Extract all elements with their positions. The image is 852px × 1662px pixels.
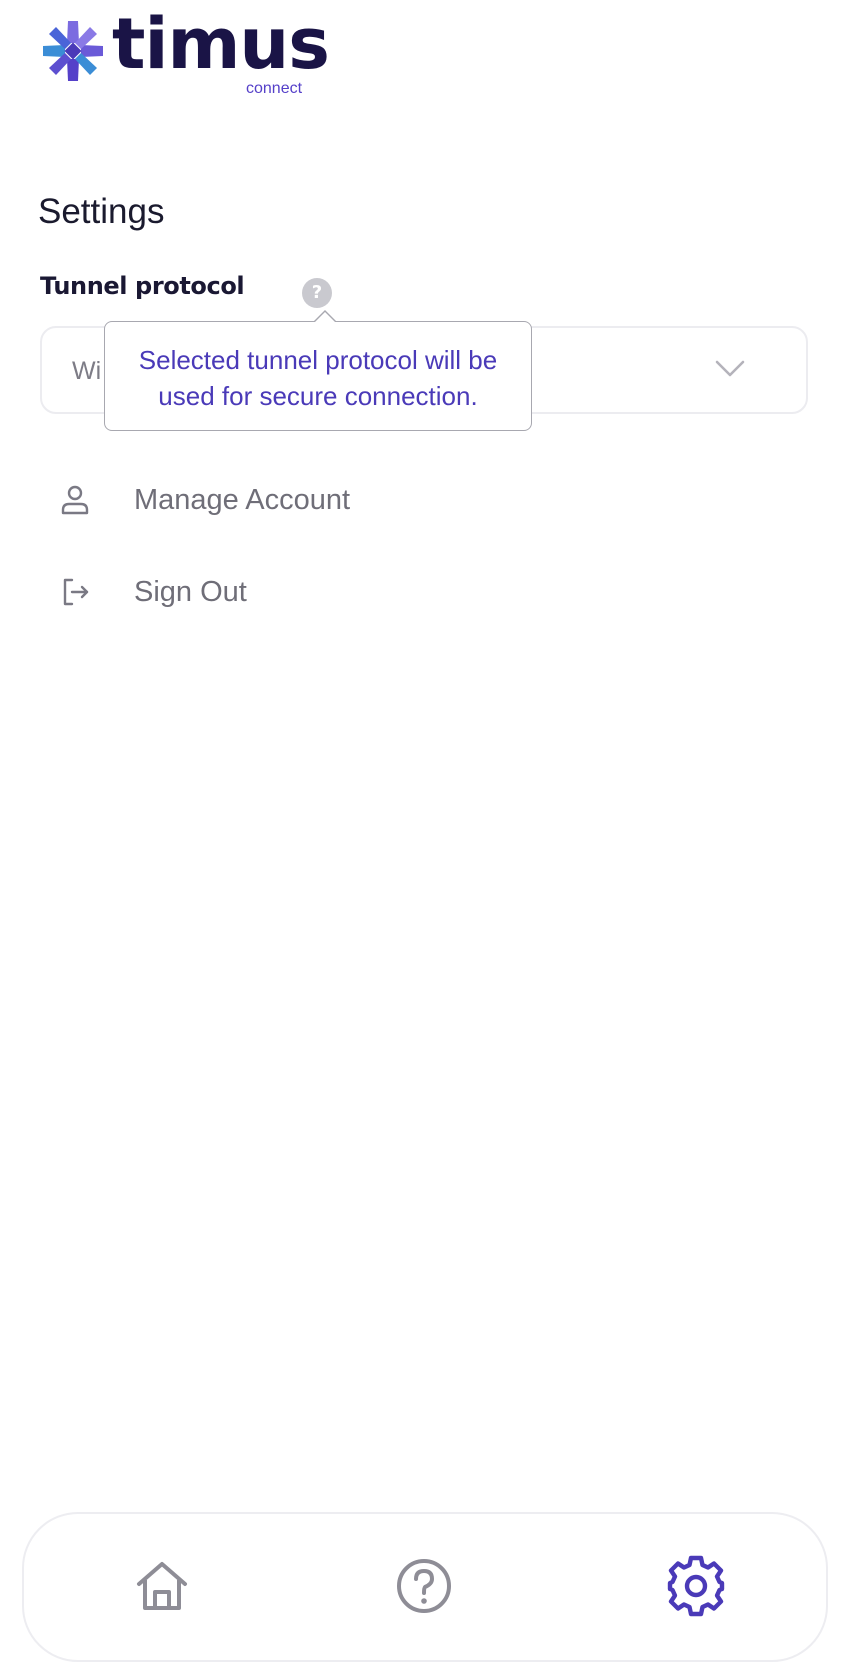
gear-icon — [667, 1555, 725, 1617]
sign-out-icon — [63, 578, 89, 606]
sign-out-label: Sign Out — [134, 576, 247, 608]
user-icon — [61, 485, 89, 515]
timus-connect-logo: timus connect — [40, 4, 330, 100]
page-title: Settings — [38, 192, 165, 231]
selected-protocol-value: Wi — [72, 357, 102, 385]
nav-settings-button[interactable] — [664, 1554, 728, 1618]
home-icon — [137, 1562, 187, 1610]
chevron-down-icon — [715, 360, 745, 377]
help-icon[interactable]: ? — [302, 278, 332, 308]
tooltip-line-2: used for secure connection. — [158, 381, 478, 411]
bottom-navigation — [22, 1512, 828, 1662]
nav-help-button[interactable] — [392, 1554, 456, 1618]
sign-out-item[interactable]: Sign Out — [58, 567, 558, 617]
manage-account-label: Manage Account — [134, 484, 351, 516]
manage-account-item[interactable]: Manage Account — [58, 475, 558, 525]
brand-name: timus — [112, 3, 330, 85]
tunnel-protocol-label: Tunnel protocol — [40, 272, 245, 300]
brand-subtitle: connect — [246, 80, 303, 97]
tunnel-protocol-tooltip: Selected tunnel protocol will be used fo… — [104, 310, 532, 431]
help-circle-icon — [397, 1559, 451, 1613]
snowflake-logo-icon — [43, 21, 103, 81]
tooltip-line-1: Selected tunnel protocol will be — [138, 345, 498, 375]
nav-home-button[interactable] — [130, 1554, 194, 1618]
